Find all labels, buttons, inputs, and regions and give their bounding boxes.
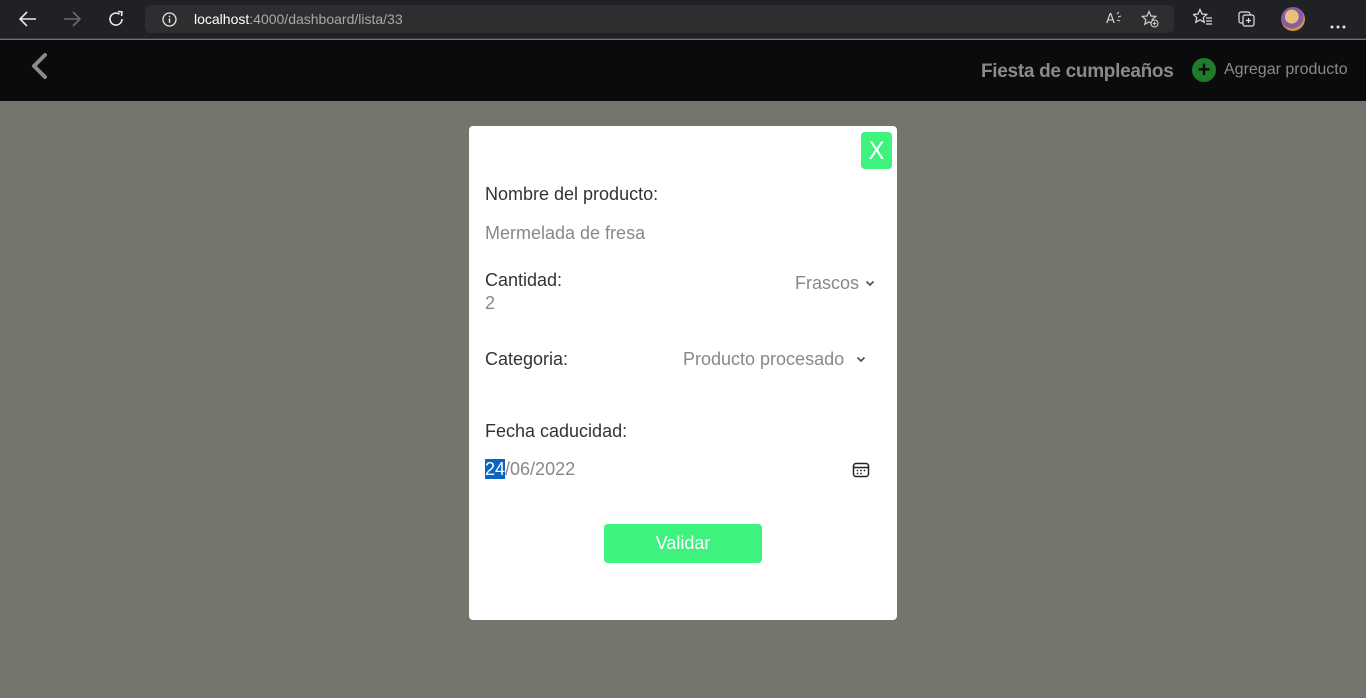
category-label: Categoria: — [485, 349, 569, 369]
expiry-month-year: /06/2022 — [505, 459, 576, 479]
expiry-day-segment[interactable]: 24 — [485, 459, 506, 479]
chevron-down-icon — [856, 356, 866, 363]
address-bar[interactable]: localhost:4000/dashboard/lista/33 A — [145, 5, 1174, 33]
browser-toolbar: localhost:4000/dashboard/lista/33 A — [0, 0, 1366, 39]
quantity-input[interactable]: 2 — [485, 293, 495, 314]
unit-select-value: Frascos — [795, 273, 860, 293]
reload-icon[interactable] — [102, 6, 130, 32]
list-title: Fiesta de cumpleaños — [981, 61, 1174, 82]
validate-button[interactable]: Validar — [604, 524, 762, 563]
back-arrow-icon[interactable] — [14, 6, 42, 32]
forward-arrow-icon[interactable] — [58, 6, 86, 32]
add-product-button[interactable]: + Agregar producto — [1192, 58, 1348, 82]
category-select-value: Producto procesado — [683, 349, 845, 369]
url-path: :4000/dashboard/lista/33 — [249, 11, 403, 27]
url-text[interactable]: localhost:4000/dashboard/lista/33 — [194, 11, 403, 27]
product-modal: X Nombre del producto: Mermelada de fres… — [469, 126, 897, 620]
add-product-label: Agregar producto — [1224, 61, 1348, 78]
url-host: localhost — [194, 11, 250, 27]
back-chevron-icon[interactable] — [28, 52, 52, 82]
calendar-icon[interactable] — [852, 461, 870, 484]
plus-icon: + — [1192, 58, 1216, 82]
collections-icon[interactable] — [1237, 8, 1257, 33]
expiry-date-input[interactable]: 24/06/2022 — [485, 459, 575, 480]
category-select[interactable]: Producto procesado — [683, 349, 866, 370]
more-icon[interactable] — [1330, 16, 1346, 34]
product-name-label: Nombre del producto: — [485, 184, 659, 204]
read-aloud-icon[interactable]: A — [1106, 10, 1124, 31]
close-button[interactable]: X — [861, 132, 892, 169]
favorites-icon[interactable] — [1191, 8, 1213, 31]
svg-text:A: A — [1106, 12, 1115, 26]
product-name-input[interactable]: Mermelada de fresa — [485, 223, 645, 244]
expiry-date-label: Fecha caducidad: — [485, 421, 628, 441]
unit-select[interactable]: Frascos — [795, 273, 875, 294]
profile-avatar[interactable] — [1281, 7, 1305, 31]
quantity-label: Cantidad: — [485, 270, 563, 290]
info-icon[interactable] — [162, 12, 177, 32]
add-favorite-icon[interactable] — [1140, 10, 1159, 33]
chevron-down-icon — [865, 280, 875, 287]
